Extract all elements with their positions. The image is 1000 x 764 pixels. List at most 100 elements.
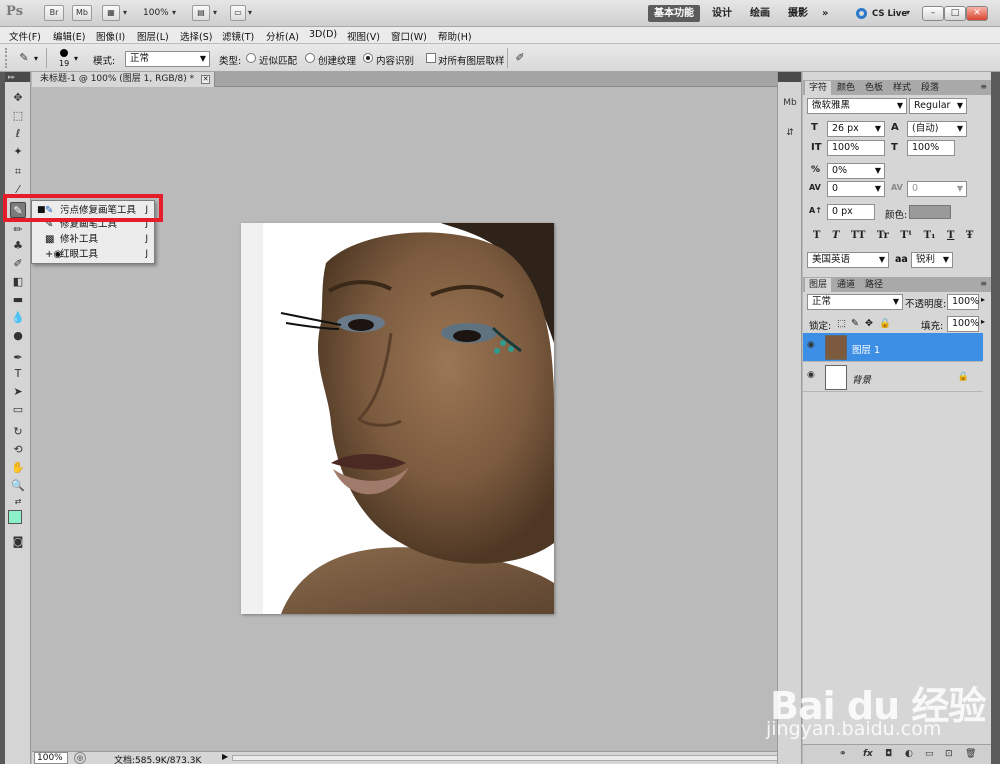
cs-live-button[interactable]: CS Live [872, 9, 907, 19]
tracking-field[interactable]: 0 ▼ [907, 181, 967, 197]
history-brush-tool-icon[interactable]: ✐ [10, 256, 26, 272]
close-icon[interactable]: ✕ [201, 75, 211, 84]
minimize-button[interactable]: – [922, 6, 944, 21]
tab-swatches[interactable]: 色板 [861, 81, 887, 95]
menu-view[interactable]: 视图(V) [347, 29, 380, 43]
trash-icon[interactable]: 🗑 [965, 749, 976, 759]
move-tool-icon[interactable]: ✥ [10, 90, 26, 106]
lock-all-icon[interactable]: 🔒 [879, 318, 891, 329]
group-icon[interactable]: ▭ [925, 749, 934, 759]
flyout-item-patch[interactable]: ▩ 修补工具 J [32, 232, 154, 247]
mini-bridge-panel-icon[interactable]: Mb [781, 94, 799, 112]
history-panel-icon[interactable]: ⇵ [781, 124, 799, 142]
layer-row-background[interactable]: ◉ 背景 🔒 [803, 363, 983, 392]
status-zoom-field[interactable]: 100% [34, 752, 68, 764]
flyout-item-red-eye[interactable]: +◉ 红眼工具 J [32, 247, 154, 262]
zoom-tool-icon[interactable]: 🔍 [10, 478, 26, 494]
leading-field[interactable]: (自动) ▼ [907, 121, 967, 137]
superscript-button[interactable]: T¹ [900, 230, 912, 241]
menu-window[interactable]: 窗口(W) [391, 29, 427, 43]
tab-channels[interactable]: 通道 [833, 278, 859, 292]
zoom-level[interactable]: 100% [143, 8, 169, 18]
chevron-down-icon[interactable]: ▾ [248, 8, 252, 17]
blur-tool-icon[interactable]: 💧 [10, 310, 26, 326]
language-select[interactable]: 美国英语 ▼ [807, 252, 889, 268]
visibility-eye-icon[interactable]: ◉ [807, 340, 819, 353]
workspace-design[interactable]: 设计 [706, 5, 738, 22]
sample-all-layers-checkbox[interactable] [426, 53, 436, 63]
tab-character[interactable]: 字符 [805, 81, 832, 95]
visibility-eye-icon[interactable]: ◉ [807, 370, 819, 383]
font-size-field[interactable]: 26 px ▼ [827, 121, 885, 137]
mini-bridge-button[interactable]: Mb [72, 5, 92, 21]
opacity-field[interactable]: 100% [947, 294, 979, 310]
menu-filter[interactable]: 滤镜(T) [222, 29, 254, 43]
new-layer-icon[interactable]: ⊡ [945, 749, 953, 759]
strikethrough-button[interactable]: Ŧ [966, 230, 973, 241]
document-tab[interactable]: 未标题-1 @ 100% (图层 1, RGB/8) * ✕ [32, 72, 216, 87]
strip-header[interactable] [778, 72, 801, 82]
chevron-right-icon[interactable]: ▸ [981, 295, 985, 304]
gradient-tool-icon[interactable]: ▬ [10, 292, 26, 308]
status-menu-icon[interactable]: ◎ [74, 752, 86, 764]
horizontal-scale-field[interactable]: 100% [907, 140, 955, 156]
layer-row-layer1[interactable]: ◉ 图层 1 [803, 333, 983, 362]
fill-field[interactable]: 100% [947, 316, 979, 332]
brush-preview-icon[interactable] [60, 49, 68, 57]
subscript-button[interactable]: T₁ [924, 230, 936, 241]
panel-menu-icon[interactable]: ≡ [980, 82, 987, 91]
font-family-select[interactable]: 微软雅黑 ▼ [807, 98, 907, 114]
chevron-down-icon[interactable]: ▾ [213, 8, 217, 17]
lock-position-icon[interactable]: ✥ [865, 318, 873, 329]
chevron-right-icon[interactable]: ▸ [981, 317, 985, 326]
close-button[interactable]: ✕ [966, 6, 988, 21]
more-workspaces-button[interactable]: » [816, 5, 834, 22]
dodge-tool-icon[interactable]: ● [10, 328, 26, 344]
view-extras-button[interactable]: ▦ [102, 5, 120, 21]
3d-rotate-tool-icon[interactable]: ↻ [10, 424, 26, 440]
workspace-painting[interactable]: 绘画 [744, 5, 776, 22]
hand-tool-icon[interactable]: ✋ [10, 460, 26, 476]
underline-button[interactable]: T [947, 230, 954, 241]
pressure-size-icon[interactable]: ✐ [512, 50, 528, 66]
baseline-shift-field[interactable]: 0 px [827, 204, 875, 220]
toolbox-header[interactable]: ▸▸ [5, 72, 30, 82]
type-tool-icon[interactable]: T [10, 366, 26, 382]
menu-layer[interactable]: 图层(L) [137, 29, 169, 43]
radio-create-texture[interactable] [305, 53, 315, 63]
status-arrow-icon[interactable]: ▶ [222, 752, 228, 761]
menu-edit[interactable]: 编辑(E) [53, 29, 85, 43]
tsume-field[interactable]: 0% ▼ [827, 163, 885, 179]
quick-selection-tool-icon[interactable]: ✦ [10, 144, 26, 160]
arrange-documents-button[interactable]: ▤ [192, 5, 210, 21]
mode-select[interactable]: 正常 ▼ [125, 51, 210, 67]
foreground-color-swatch[interactable] [8, 510, 22, 524]
tab-color[interactable]: 颜色 [833, 81, 859, 95]
lock-transparency-icon[interactable]: ⬚ [837, 318, 846, 329]
menu-image[interactable]: 图像(I) [96, 29, 125, 43]
chevron-down-icon[interactable]: ▾ [172, 8, 176, 17]
path-selection-tool-icon[interactable]: ➤ [10, 384, 26, 400]
3d-orbit-tool-icon[interactable]: ⟲ [10, 442, 26, 458]
crop-tool-icon[interactable]: ⌗ [10, 164, 26, 180]
layer-style-icon[interactable]: fx [863, 749, 873, 759]
blend-mode-select[interactable]: 正常 ▼ [807, 294, 903, 310]
link-layers-icon[interactable]: ⚭ [839, 749, 847, 759]
chevron-down-icon[interactable]: ▾ [34, 54, 38, 63]
radio-proximity-match[interactable] [246, 53, 256, 63]
radio-content-aware[interactable] [363, 53, 373, 63]
menu-3d[interactable]: 3D(D) [309, 29, 337, 40]
canvas-area[interactable] [32, 87, 800, 751]
layer-mask-icon[interactable]: ◘ [885, 749, 892, 759]
maximize-button[interactable]: □ [944, 6, 966, 21]
spot-healing-brush-icon[interactable]: ✎ [16, 50, 32, 66]
swap-colors-icon[interactable]: ⇄ [10, 494, 26, 510]
bridge-button[interactable]: Br [44, 5, 64, 21]
menu-help[interactable]: 帮助(H) [438, 29, 472, 43]
pen-tool-icon[interactable]: ✒ [10, 350, 26, 366]
small-caps-button[interactable]: Tr [877, 230, 889, 241]
menu-file[interactable]: 文件(F) [9, 29, 41, 43]
chevron-down-icon[interactable]: ▾ [74, 54, 78, 63]
all-caps-button[interactable]: TT [851, 230, 866, 241]
lock-image-icon[interactable]: ✎ [851, 318, 859, 329]
